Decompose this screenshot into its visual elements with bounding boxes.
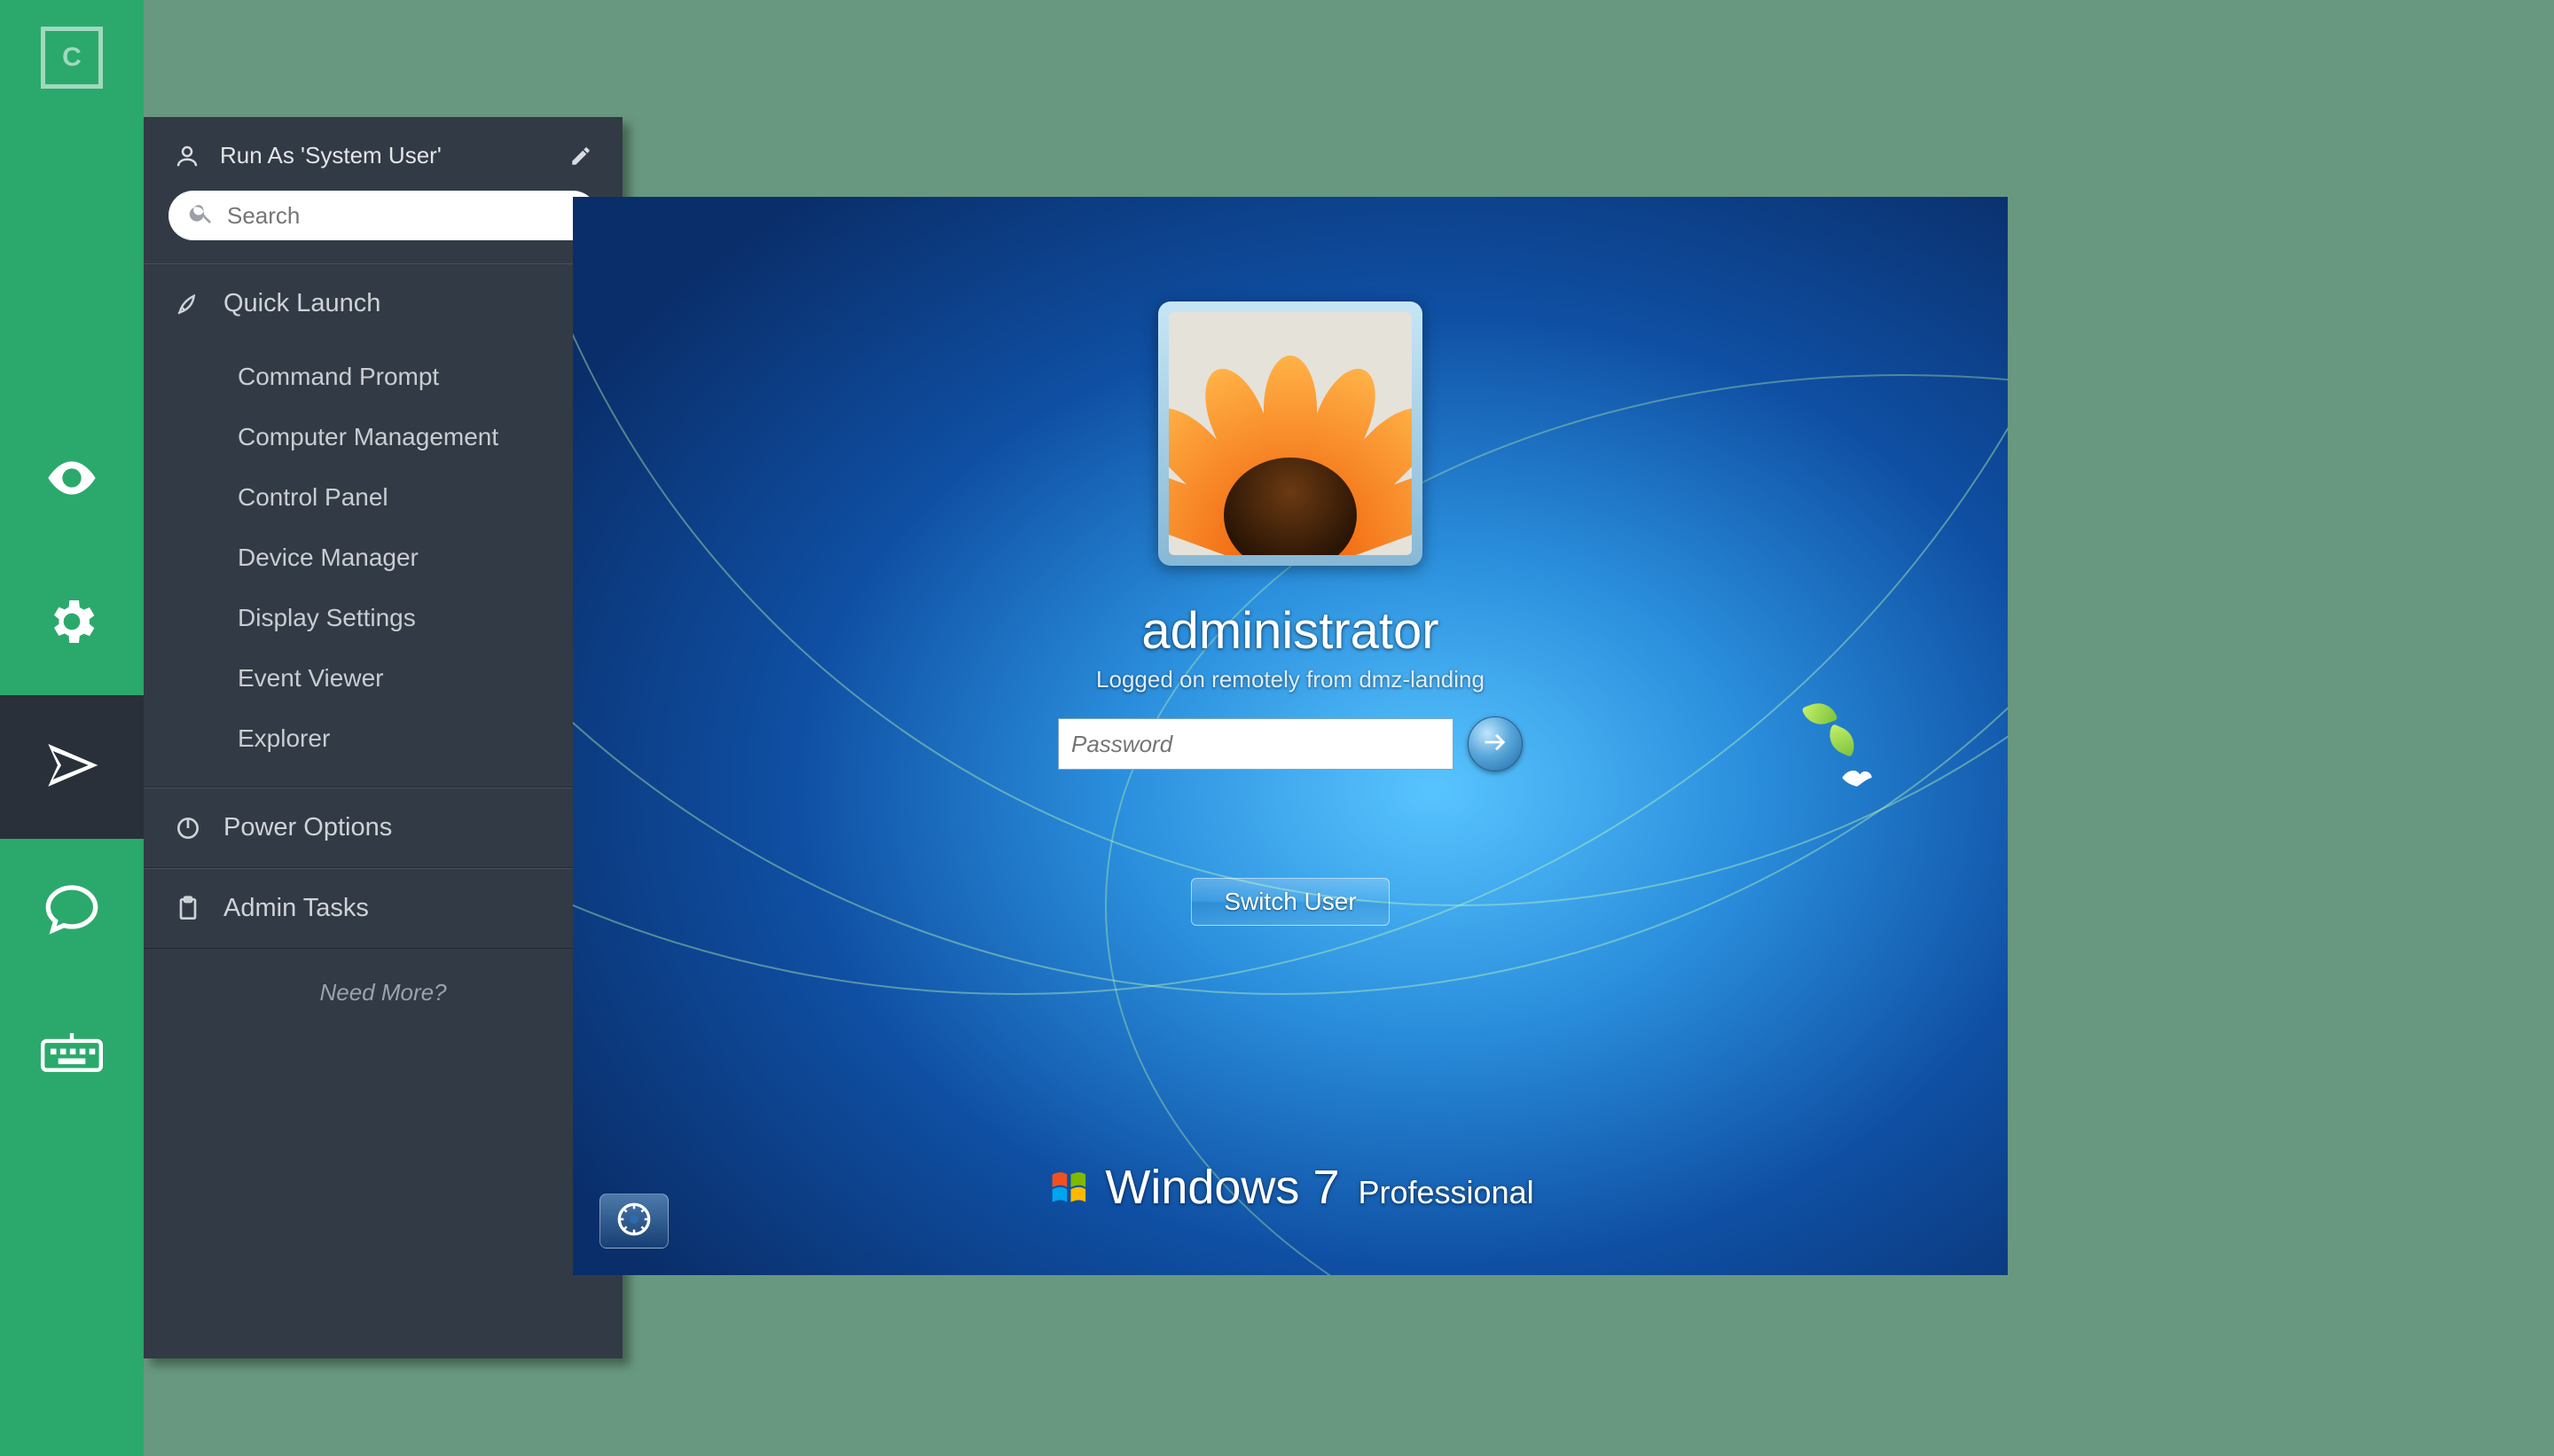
password-input[interactable] bbox=[1058, 718, 1453, 770]
os-brand-line: Windows 7 Professional bbox=[1046, 1160, 1533, 1215]
ql-control-panel[interactable]: Control Panel bbox=[144, 467, 623, 528]
ql-computer-management[interactable]: Computer Management bbox=[144, 407, 623, 467]
admin-tasks-label: Admin Tasks bbox=[223, 894, 550, 923]
power-icon bbox=[174, 814, 202, 842]
panel-header: Run As 'System User' bbox=[144, 117, 623, 191]
rocket-icon bbox=[174, 290, 202, 318]
rail-settings[interactable] bbox=[0, 552, 144, 695]
keyboard-icon bbox=[41, 1024, 103, 1085]
arrow-right-icon bbox=[1480, 727, 1510, 762]
remote-screen: administrator Logged on remotely from dm… bbox=[573, 197, 2008, 1275]
decor-leaf bbox=[1823, 724, 1861, 757]
eye-icon bbox=[43, 450, 100, 511]
os-brand: Windows bbox=[1105, 1161, 1299, 1214]
section-quick-launch: Quick Launch Command Prompt Computer Man… bbox=[144, 263, 623, 787]
login-username: administrator bbox=[1141, 601, 1438, 661]
rail-keyboard[interactable] bbox=[0, 982, 144, 1126]
need-more-link[interactable]: Need More? bbox=[144, 949, 623, 1037]
decor-bird bbox=[1839, 764, 1875, 791]
rail-actions[interactable] bbox=[0, 695, 144, 839]
chat-icon bbox=[43, 881, 100, 942]
section-power-options: Power Options bbox=[144, 787, 623, 868]
ql-event-viewer[interactable]: Event Viewer bbox=[144, 648, 623, 708]
app-logo: C bbox=[41, 27, 103, 89]
submit-login-button[interactable] bbox=[1468, 716, 1523, 771]
ql-explorer[interactable]: Explorer bbox=[144, 708, 623, 769]
run-as-label: Run As 'System User' bbox=[220, 142, 550, 169]
ease-of-access-icon bbox=[616, 1202, 652, 1241]
user-avatar bbox=[1158, 301, 1422, 566]
search-box[interactable] bbox=[168, 191, 598, 240]
user-icon bbox=[174, 143, 200, 169]
quick-launch-list: Command Prompt Computer Management Contr… bbox=[144, 343, 623, 787]
section-admin-tasks: Admin Tasks bbox=[144, 868, 623, 949]
windows-logo-icon bbox=[1046, 1165, 1091, 1209]
rail-monitor[interactable] bbox=[0, 408, 144, 552]
ql-device-manager[interactable]: Device Manager bbox=[144, 528, 623, 588]
clipboard-icon bbox=[174, 895, 202, 923]
login-message: Logged on remotely from dmz-landing bbox=[1096, 666, 1485, 693]
quick-launch-label: Quick Launch bbox=[223, 289, 550, 318]
search-icon bbox=[188, 200, 215, 232]
os-edition: Professional bbox=[1359, 1174, 1534, 1210]
search-input[interactable] bbox=[227, 191, 578, 240]
ql-display-settings[interactable]: Display Settings bbox=[144, 588, 623, 648]
power-options-label: Power Options bbox=[223, 813, 550, 842]
section-head-power-options[interactable]: Power Options bbox=[144, 788, 623, 867]
section-head-admin-tasks[interactable]: Admin Tasks bbox=[144, 869, 623, 948]
ql-command-prompt[interactable]: Command Prompt bbox=[144, 347, 623, 407]
gear-icon bbox=[43, 593, 100, 654]
os-version: 7 bbox=[1312, 1161, 1339, 1214]
ease-of-access-button[interactable] bbox=[599, 1194, 669, 1249]
section-head-quick-launch[interactable]: Quick Launch bbox=[144, 264, 623, 343]
switch-user-button[interactable]: Switch User bbox=[1191, 878, 1389, 926]
send-icon bbox=[43, 737, 100, 798]
actions-panel: Run As 'System User' Quick Launch Comman… bbox=[144, 117, 623, 1358]
rail-chat[interactable] bbox=[0, 839, 144, 982]
sidebar-rail: C bbox=[0, 0, 144, 1456]
login-area: administrator Logged on remotely from dm… bbox=[980, 301, 1601, 926]
edit-run-as-button[interactable] bbox=[569, 145, 592, 168]
